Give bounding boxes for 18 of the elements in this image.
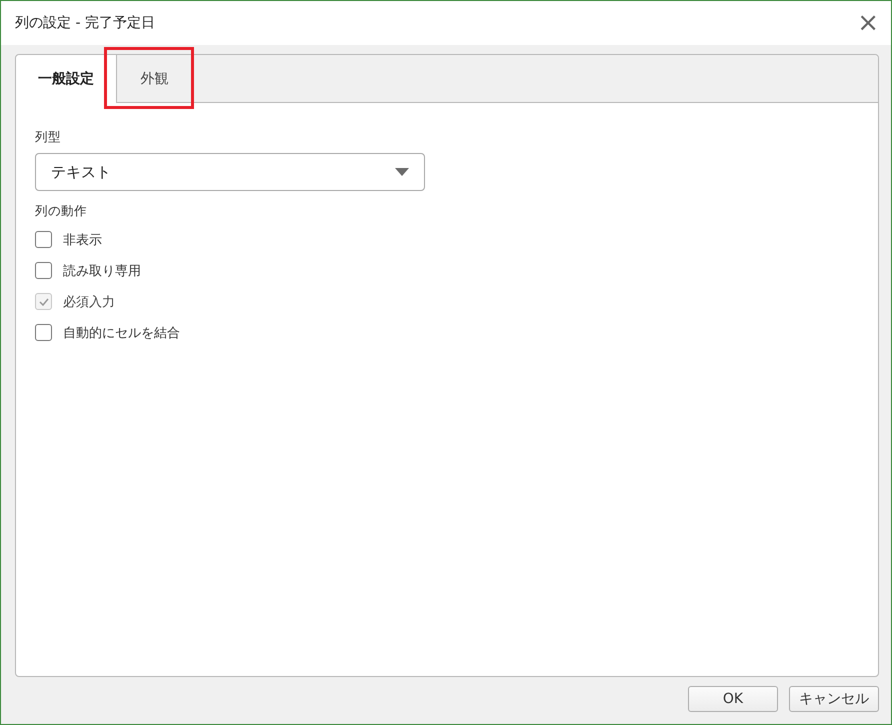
caret-icon [395, 168, 409, 176]
dropdown[interactable]: テキスト [35, 153, 425, 191]
dialog-button[interactable]: キャンセル [789, 686, 879, 712]
checkbox-label: 非表示 [63, 232, 102, 248]
checkbox-label: 自動的にセルを結合 [63, 324, 180, 342]
tab[interactable]: 一般設定 [16, 55, 116, 103]
checkbox[interactable] [35, 324, 52, 341]
checkbox-label: 読み取り専用 [63, 262, 141, 280]
check-icon [38, 298, 48, 306]
section-label: 列の動作 [35, 203, 88, 220]
checkbox[interactable] [35, 262, 52, 279]
checkbox-label: 必須入力 [63, 294, 115, 310]
field-label: 列型 [35, 129, 62, 146]
checkbox[interactable] [35, 231, 52, 248]
tab[interactable]: 外観 [116, 55, 192, 103]
close-button[interactable]: × [851, 10, 885, 36]
window-title: 列の設定 - 完了予定日 [15, 14, 155, 32]
dialog-button[interactable]: OK [688, 686, 778, 712]
